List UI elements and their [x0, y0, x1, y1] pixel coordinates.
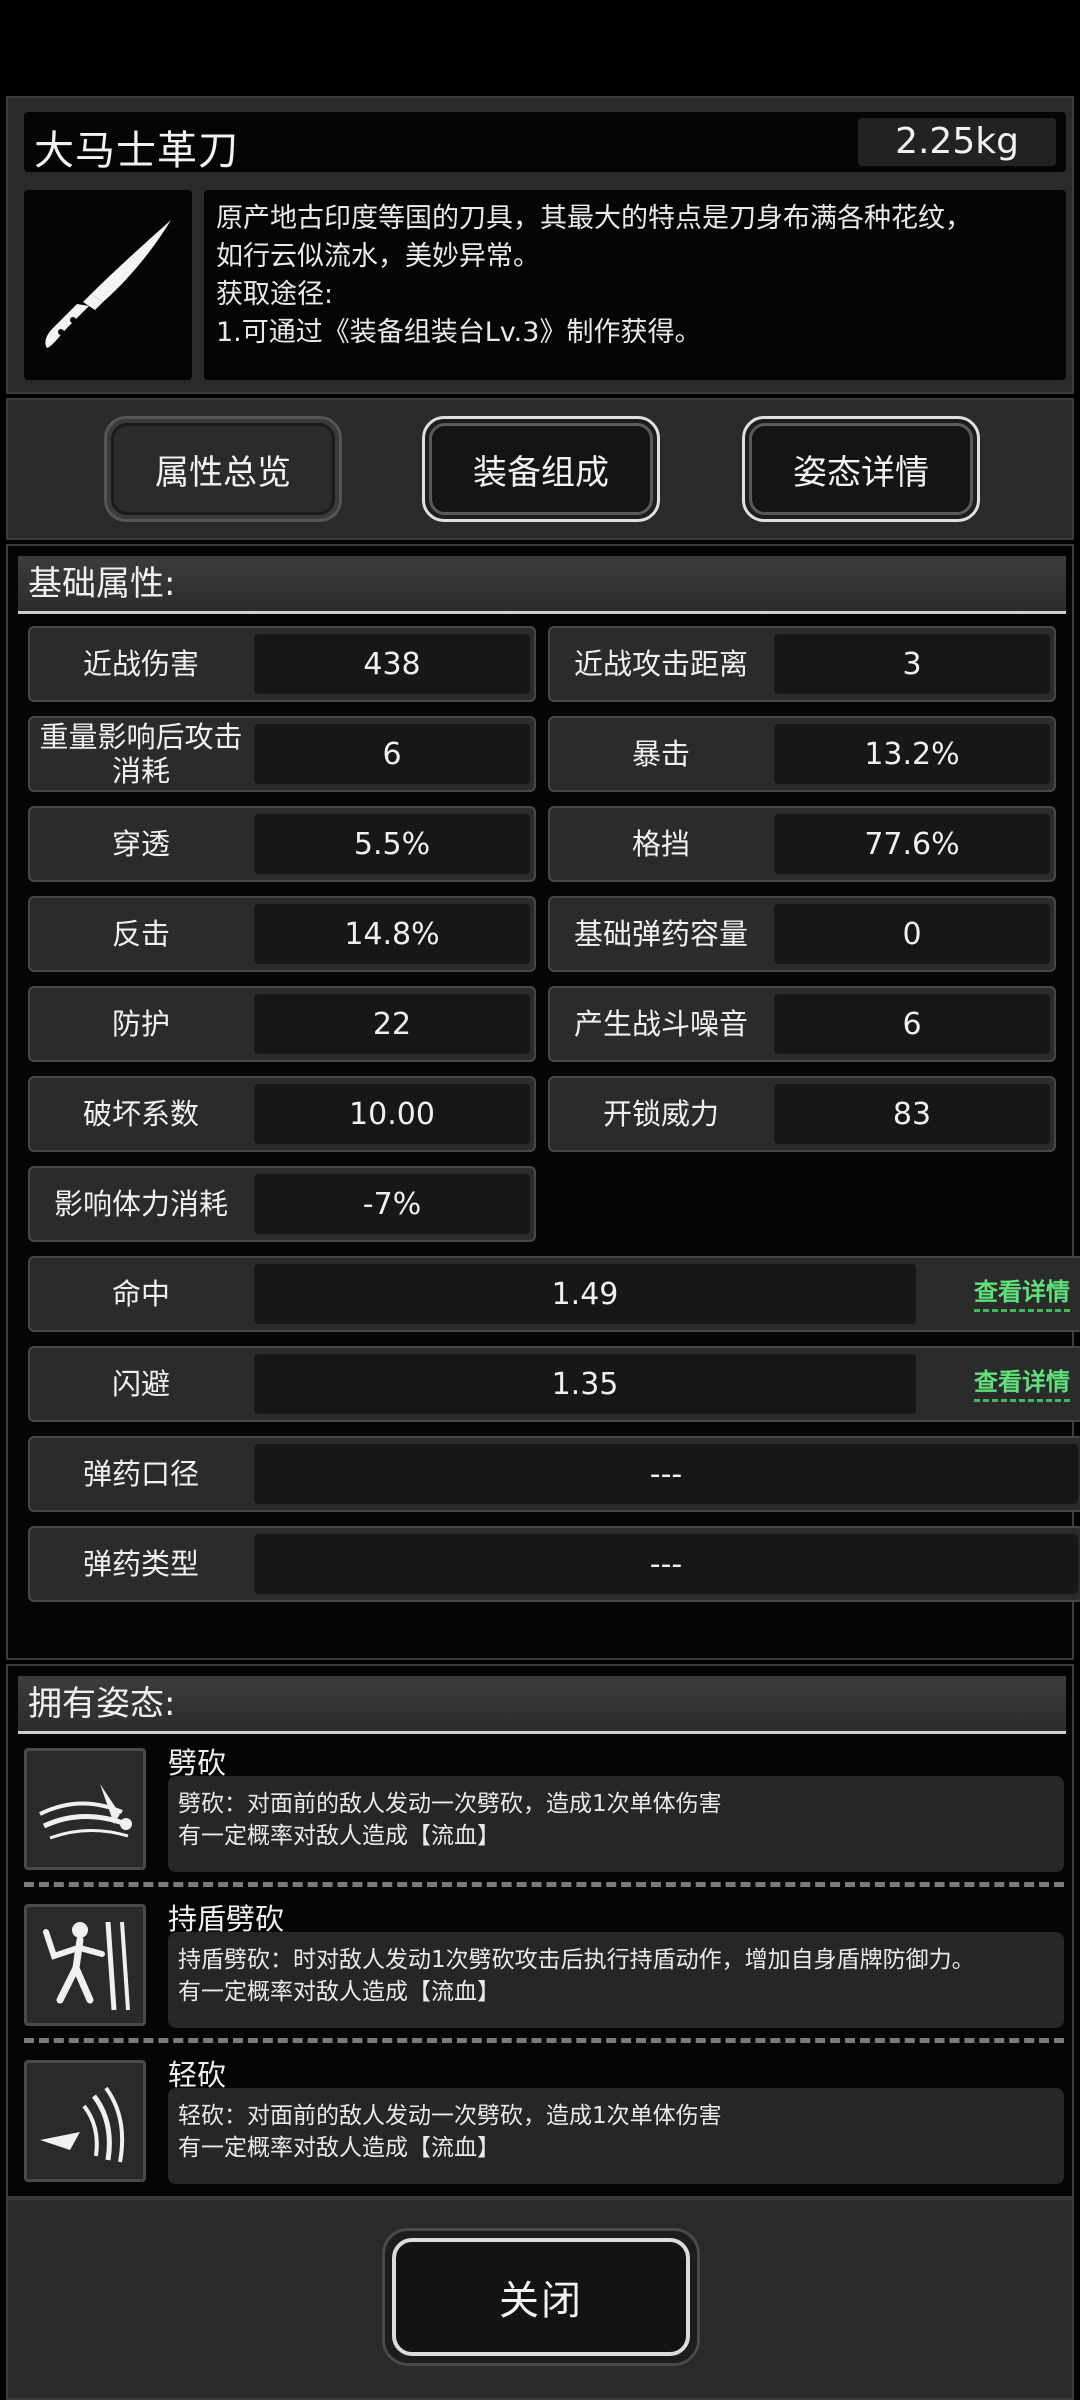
slash-icon — [39, 1784, 132, 1840]
description-line: 获取途径: — [216, 279, 334, 310]
stat-label: 重量影响后攻击消耗 — [39, 720, 243, 788]
stance-desc-line: 劈砍：对面前的敌人发动一次劈砍，造成1次单体伤害 — [178, 1791, 722, 1817]
description-line: 1.可通过《装备组装台Lv.3》制作获得。 — [216, 317, 702, 348]
stat-melee-range: 近战攻击距离 3 — [548, 626, 1056, 702]
stat-value: 14.8% — [254, 904, 530, 964]
stat-value: 6 — [254, 724, 530, 784]
stance-icon-frame — [24, 1904, 146, 2026]
tab-label: 属性总览 — [111, 423, 335, 515]
stat-attack-cost: 重量影响后攻击消耗 6 — [28, 716, 536, 792]
item-weight: 2.25kg — [858, 118, 1056, 166]
stat-protection: 防护 22 — [28, 986, 536, 1062]
stat-destruction-factor: 破坏系数 10.00 — [28, 1076, 536, 1152]
stat-counter: 反击 14.8% — [28, 896, 536, 972]
stat-label: 命中 — [111, 1277, 170, 1311]
stance-icon-frame — [24, 2060, 146, 2182]
item-detail-screen: 大马士革刀 2.25kg 原产地古印度等国的刀具，其最大的特点是刀身布满各种花纹… — [0, 0, 1080, 2400]
tab-stance-details[interactable]: 姿态详情 — [742, 416, 980, 522]
stance-item[interactable]: 劈砍 劈砍：对面前的敌人发动一次劈砍，造成1次单体伤害 有一定概率对敌人造成【流… — [24, 1740, 1064, 1880]
item-description: 原产地古印度等国的刀具，其最大的特点是刀身布满各种花纹， 如行云似流水，美妙异常… — [204, 190, 1066, 380]
description-line: 如行云似流水，美妙异常。 — [216, 241, 540, 272]
stat-label: 影响体力消耗 — [53, 1187, 228, 1221]
stance-desc-line: 有一定概率对敌人造成【流血】 — [178, 1979, 500, 2005]
footer-panel: 关闭 — [6, 2198, 1074, 2400]
stat-value: -7% — [254, 1174, 530, 1234]
stance-item[interactable]: 轻砍 轻砍：对面前的敌人发动一次劈砍，造成1次单体伤害 有一定概率对敌人造成【流… — [24, 2052, 1064, 2192]
stat-label: 近战攻击距离 — [573, 647, 748, 681]
stat-label: 弹药口径 — [82, 1457, 199, 1491]
divider — [24, 1882, 1064, 1887]
stat-value: 438 — [254, 634, 530, 694]
stat-ammo-type: 弹药类型 --- — [28, 1526, 1080, 1602]
light-slash-icon — [40, 2086, 125, 2163]
divider — [24, 2038, 1064, 2043]
accuracy-details-link[interactable]: 查看详情 — [974, 1272, 1070, 1312]
stat-value: --- — [254, 1444, 1078, 1504]
attributes-panel: 基础属性: 近战伤害 438 近战攻击距离 3 重量影响后攻击消耗 6 暴击 1… — [6, 544, 1080, 1660]
item-icon-frame — [24, 190, 192, 380]
stat-value: --- — [254, 1534, 1078, 1594]
stance-desc-line: 持盾劈砍：时对敌人发动1次劈砍攻击后执行持盾动作，增加自身盾牌防御力。 — [178, 1947, 975, 1973]
evasion-details-link[interactable]: 查看详情 — [974, 1362, 1070, 1402]
stat-value: 13.2% — [774, 724, 1050, 784]
stat-label: 近战伤害 — [82, 647, 199, 681]
stance-description: 持盾劈砍：时对敌人发动1次劈砍攻击后执行持盾动作，增加自身盾牌防御力。 有一定概… — [168, 1932, 1064, 2028]
stat-combat-noise: 产生战斗噪音 6 — [548, 986, 1056, 1062]
stance-description: 轻砍：对面前的敌人发动一次劈砍，造成1次单体伤害 有一定概率对敌人造成【流血】 — [168, 2088, 1064, 2184]
stance-icon-frame — [24, 1748, 146, 1870]
stance-desc-line: 有一定概率对敌人造成【流血】 — [178, 1823, 500, 1849]
stat-ammo-capacity: 基础弹药容量 0 — [548, 896, 1056, 972]
stat-evasion: 闪避 1.35 查看详情 — [28, 1346, 1080, 1422]
stat-label: 防护 — [111, 1007, 170, 1041]
stat-value: 77.6% — [774, 814, 1050, 874]
tab-label: 装备组成 — [429, 423, 653, 515]
stat-value: 1.49 — [254, 1264, 916, 1324]
stat-label: 弹药类型 — [82, 1547, 199, 1581]
stat-lockpick-power: 开锁威力 83 — [548, 1076, 1056, 1152]
stat-value: 10.00 — [254, 1084, 530, 1144]
stat-value: 3 — [774, 634, 1050, 694]
stat-stamina-cost: 影响体力消耗 -7% — [28, 1166, 536, 1242]
stat-accuracy: 命中 1.49 查看详情 — [28, 1256, 1080, 1332]
stat-label: 基础弹药容量 — [573, 917, 748, 951]
stance-desc-line: 轻砍：对面前的敌人发动一次劈砍，造成1次单体伤害 — [178, 2103, 722, 2129]
stat-critical: 暴击 13.2% — [548, 716, 1056, 792]
stat-value: 6 — [774, 994, 1050, 1054]
close-button[interactable]: 关闭 — [382, 2228, 700, 2366]
stat-label: 暴击 — [631, 737, 690, 771]
tab-label: 姿态详情 — [749, 423, 973, 515]
stat-melee-damage: 近战伤害 438 — [28, 626, 536, 702]
item-info-panel: 大马士革刀 2.25kg 原产地古印度等国的刀具，其最大的特点是刀身布满各种花纹… — [6, 96, 1074, 394]
stat-label: 闪避 — [111, 1367, 170, 1401]
stat-label: 穿透 — [111, 827, 170, 861]
stat-value: 0 — [774, 904, 1050, 964]
stat-block: 格挡 77.6% — [548, 806, 1056, 882]
stat-label: 破坏系数 — [82, 1097, 199, 1131]
tab-attributes-overview[interactable]: 属性总览 — [104, 416, 342, 522]
tab-bar: 属性总览 装备组成 姿态详情 — [6, 398, 1074, 540]
stat-value: 5.5% — [254, 814, 530, 874]
shield-stance-icon — [43, 1921, 130, 2011]
stance-item[interactable]: 持盾劈砍 持盾劈砍：时对敌人发动1次劈砍攻击后执行持盾动作，增加自身盾牌防御力。… — [24, 1896, 1064, 2036]
stat-label: 反击 — [111, 917, 170, 951]
description-line: 原产地古印度等国的刀具，其最大的特点是刀身布满各种花纹， — [216, 203, 972, 234]
stat-label: 开锁威力 — [602, 1097, 719, 1131]
stat-label: 格挡 — [631, 827, 690, 861]
section-header-basic-attributes: 基础属性: — [18, 556, 1066, 614]
stances-panel: 拥有姿态: 劈砍 劈砍：对面前的敌人发动一次劈砍，造成1次单体伤害 有一定概率对… — [6, 1664, 1074, 2198]
stat-ammo-caliber: 弹药口径 --- — [28, 1436, 1080, 1512]
stance-description: 劈砍：对面前的敌人发动一次劈砍，造成1次单体伤害 有一定概率对敌人造成【流血】 — [168, 1776, 1064, 1872]
stat-label: 产生战斗噪音 — [573, 1007, 748, 1041]
close-button-label: 关闭 — [392, 2238, 690, 2356]
knife-icon — [45, 220, 171, 348]
stat-value: 22 — [254, 994, 530, 1054]
stat-value: 1.35 — [254, 1354, 916, 1414]
stance-desc-line: 有一定概率对敌人造成【流血】 — [178, 2135, 500, 2161]
item-name: 大马士革刀 — [34, 128, 239, 174]
section-header-stances: 拥有姿态: — [18, 1676, 1066, 1734]
tab-equipment-composition[interactable]: 装备组成 — [422, 416, 660, 522]
stat-penetration: 穿透 5.5% — [28, 806, 536, 882]
item-name-bar: 大马士革刀 2.25kg — [24, 112, 1066, 174]
stat-value: 83 — [774, 1084, 1050, 1144]
